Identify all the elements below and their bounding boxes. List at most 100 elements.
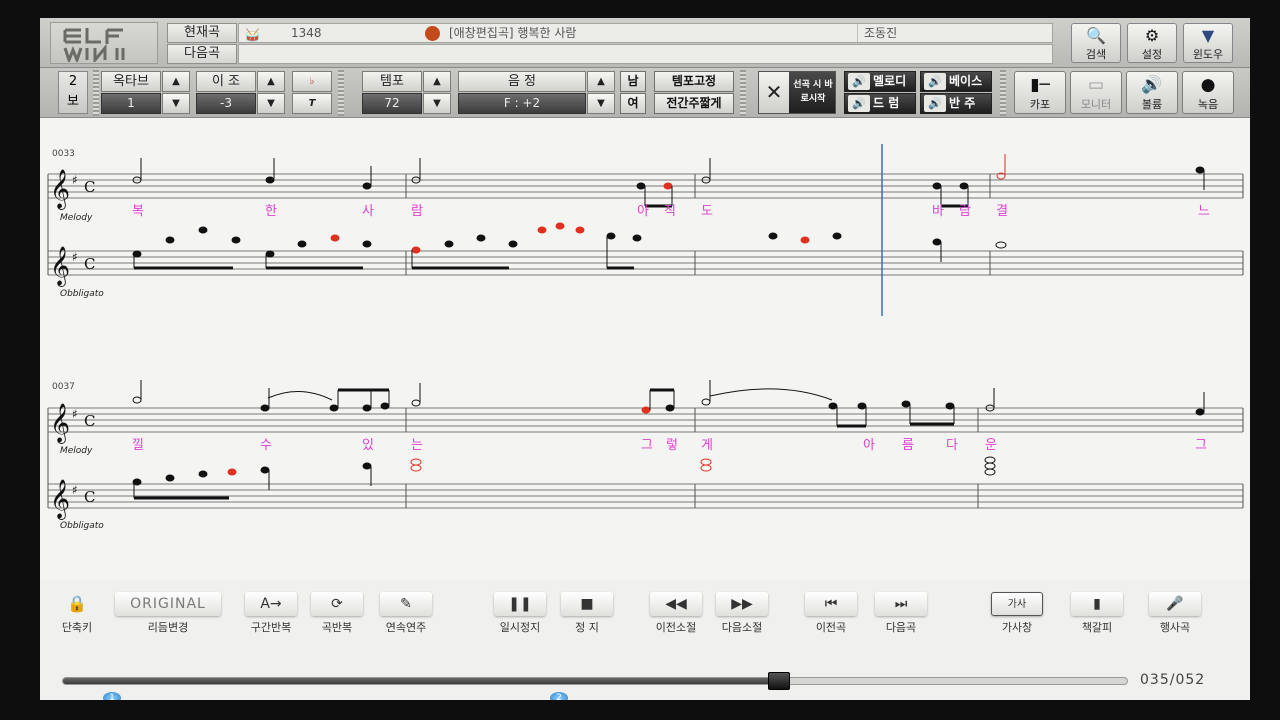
- instant-start-toggle[interactable]: ✕ 선곡 시 바로시작: [758, 71, 836, 114]
- pitch-up-button[interactable]: ▲: [587, 71, 615, 92]
- original-icon: ORIGINAL: [115, 592, 221, 616]
- lyric: 한: [265, 204, 277, 219]
- song-medal-icon: [425, 26, 440, 41]
- song-repeat-icon: ⟳: [311, 592, 363, 616]
- treble-clef-icon: 𝄞: [50, 169, 70, 210]
- previous-song-button[interactable]: ⏮ 이전곡: [804, 592, 858, 635]
- bass-toggle[interactable]: 🔊 베이스: [920, 71, 992, 92]
- stop-button[interactable]: ■ 정 지: [560, 592, 614, 635]
- pitch-label: 음 정: [458, 71, 586, 92]
- bookmark-marker[interactable]: 1: [103, 692, 121, 700]
- key-signature-icon: ♯: [72, 407, 78, 421]
- bookmark-label: 책갈피: [1081, 621, 1113, 634]
- female-key-button[interactable]: 여: [620, 93, 646, 114]
- separator: [740, 70, 746, 116]
- record-button[interactable]: ● 녹음: [1182, 71, 1234, 114]
- previous-measure-button[interactable]: ◀◀ 이전소절: [648, 592, 704, 635]
- score-area: 0033 𝄞 𝄞 ♯ ♯ C C Melody Obbligato 복 한 사 …: [40, 118, 1250, 580]
- volume-button[interactable]: 🔊 볼륨: [1126, 71, 1178, 114]
- rewind-icon: ◀◀: [650, 592, 702, 616]
- lyrics-line: 복 한 사 람 아 직 도 바 람 결 느: [132, 204, 1210, 219]
- transpose-down-button[interactable]: ▼: [257, 93, 285, 114]
- song-repeat-button[interactable]: ⟳ 곡반복: [310, 592, 364, 635]
- separator: [338, 70, 344, 116]
- window-button[interactable]: ▼ 윈도우: [1183, 23, 1233, 63]
- bookmark-icon: ▮: [1071, 592, 1123, 616]
- current-song-box[interactable]: 🥁 1348 [애창편집곡] 행복한 사람 조동진: [238, 23, 1053, 43]
- volume-label: 볼륨: [1141, 98, 1163, 111]
- melody-toggle[interactable]: 🔊 멜로디: [844, 71, 916, 92]
- transpose-up-button[interactable]: ▲: [257, 71, 285, 92]
- octave-down-button[interactable]: ▼: [162, 93, 190, 114]
- accompaniment-toggle[interactable]: 🔊 반 주: [920, 93, 992, 114]
- lyric: 있: [362, 438, 374, 453]
- bookmark-marker[interactable]: 2: [550, 692, 568, 700]
- accompaniment-label: 반 주: [949, 96, 976, 110]
- sheet-music: 0033 𝄞 𝄞 ♯ ♯ C C Melody Obbligato 복 한 사 …: [47, 144, 1244, 531]
- section-repeat-button[interactable]: A→ 구간반복: [244, 592, 298, 635]
- next-song-box[interactable]: [238, 44, 1053, 64]
- event-song-button[interactable]: 🎤 행사곡: [1148, 592, 1202, 635]
- section-repeat-icon: A→: [245, 592, 297, 616]
- sharp-key-button[interactable]: ♭: [292, 71, 332, 92]
- song-repeat-label: 곡반복: [321, 621, 353, 634]
- record-label: 녹음: [1197, 98, 1219, 111]
- search-button[interactable]: 🔍 검색: [1071, 23, 1121, 63]
- app-window: 현재곡 다음곡 🥁 1348 [애창편집곡] 행복한 사람 조동진 🔍 검색 ⚙…: [40, 18, 1250, 700]
- speaker-icon: 🔊: [924, 73, 946, 90]
- previous-measure-label: 이전소절: [655, 621, 697, 634]
- separator: [93, 70, 99, 116]
- continuous-play-label: 연속연주: [385, 621, 427, 634]
- lyric: 름: [902, 438, 914, 453]
- tempo-up-button[interactable]: ▲: [423, 71, 451, 92]
- page-number: 2: [68, 74, 78, 89]
- event-song-label: 행사곡: [1159, 621, 1191, 634]
- drum-toggle[interactable]: 🔊 드 럼: [844, 93, 916, 114]
- continuous-play-button[interactable]: ✎ 연속연주: [378, 592, 434, 635]
- song-number: 1348: [291, 26, 322, 40]
- lyric: 복: [132, 204, 144, 219]
- next-song-label: 다음곡: [167, 44, 237, 64]
- speaker-icon: 🔊: [848, 73, 870, 90]
- pause-icon: ❚❚: [494, 592, 546, 616]
- short-prelude-button[interactable]: 전간주짧게: [654, 93, 734, 114]
- song-title: [애창편집곡] 행복한 사람: [449, 26, 577, 40]
- cut-time-icon: C: [84, 255, 95, 273]
- shortcut-button[interactable]: 🔒 단축키: [52, 592, 102, 635]
- next-measure-label: 다음소절: [721, 621, 763, 634]
- progress-slider[interactable]: [62, 672, 1128, 690]
- obbligato-staff-label: Obbligato: [60, 289, 104, 299]
- next-measure-button[interactable]: ▶▶ 다음소절: [714, 592, 770, 635]
- melody-notes: [132, 380, 1205, 428]
- pitch-down-button[interactable]: ▼: [587, 93, 615, 114]
- drum-label: 드 럼: [873, 96, 900, 110]
- lyric: 람: [959, 204, 971, 219]
- male-key-button[interactable]: 남: [620, 71, 646, 92]
- tempo-down-button[interactable]: ▼: [423, 93, 451, 114]
- pause-button[interactable]: ❚❚ 일시정지: [492, 592, 548, 635]
- next-song-button[interactable]: ⏭ 다음곡: [874, 592, 928, 635]
- settings-button[interactable]: ⚙ 설정: [1127, 23, 1177, 63]
- monitor-button[interactable]: ▭ 모니터: [1070, 71, 1122, 114]
- key-signature-icon: ♯: [72, 250, 78, 264]
- octave-up-button[interactable]: ▲: [162, 71, 190, 92]
- triangle-down-icon: ▼: [1201, 26, 1215, 45]
- rhythm-change-button[interactable]: ORIGINAL 리듬변경: [114, 592, 222, 635]
- flat-key-button[interactable]: T: [292, 93, 332, 114]
- capo-button[interactable]: ▮─ 카포: [1014, 71, 1066, 114]
- bookmark-button[interactable]: ▮ 책갈피: [1070, 592, 1124, 635]
- guitar-icon: ▮─: [1030, 75, 1050, 95]
- gear-icon: ⚙: [1144, 26, 1160, 45]
- next-song-label: 다음곡: [885, 621, 917, 634]
- close-icon: ✕: [759, 72, 789, 113]
- lyric: 결: [996, 204, 1008, 219]
- lyric: 도: [701, 204, 713, 219]
- lyrics-window-button[interactable]: 가사 가사창: [990, 592, 1044, 635]
- monitor-label: 모니터: [1080, 98, 1112, 111]
- progress-thumb[interactable]: [768, 672, 791, 690]
- cut-time-icon: C: [84, 488, 95, 506]
- lock-icon: 🔒: [67, 594, 87, 613]
- tempo-fix-button[interactable]: 템포고정: [654, 71, 734, 92]
- key-signature-icon: ♯: [72, 483, 78, 497]
- treble-clef-icon: 𝄞: [50, 403, 70, 444]
